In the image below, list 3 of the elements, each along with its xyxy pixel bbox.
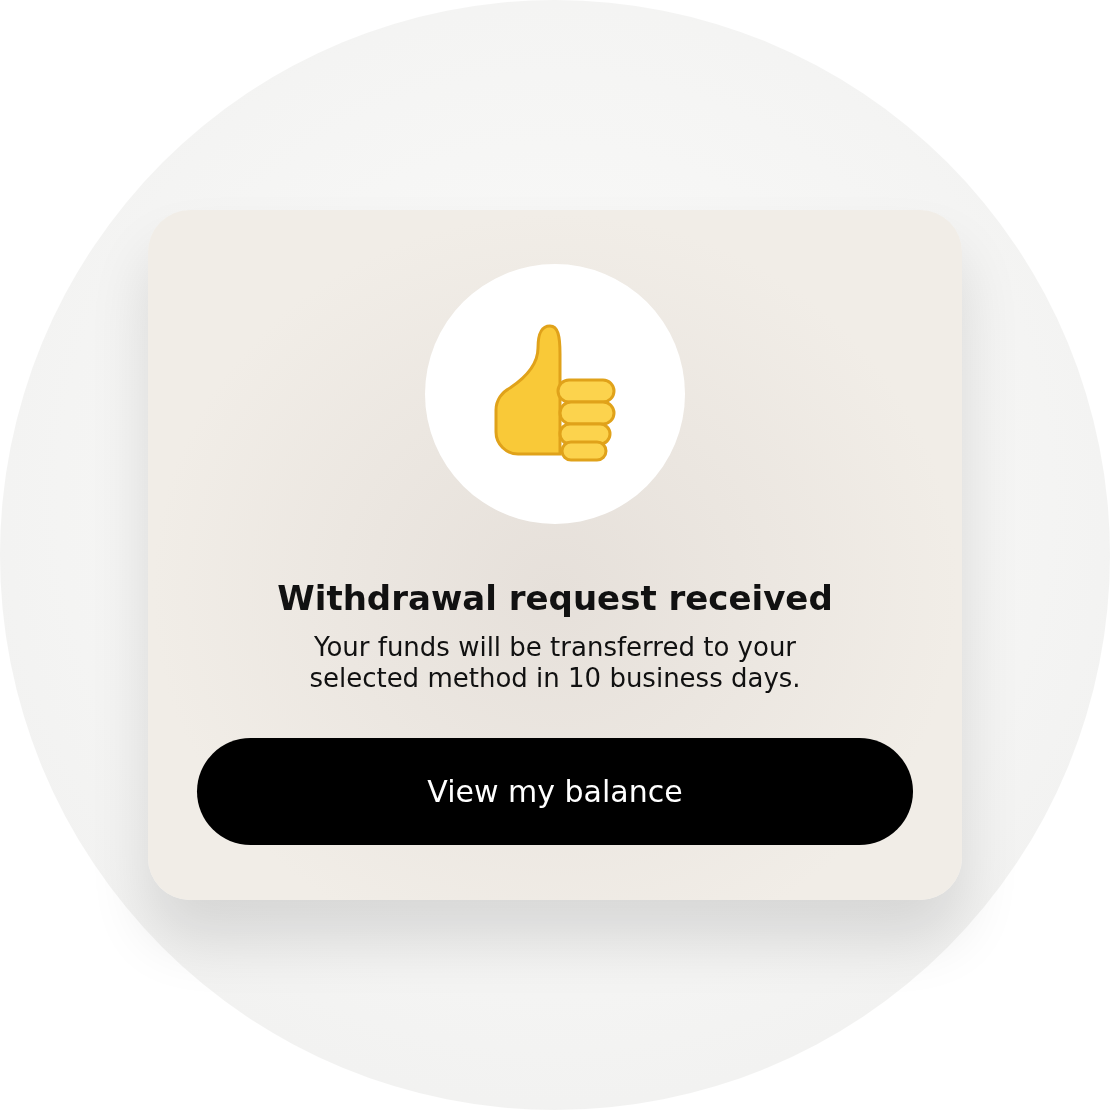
view-balance-button[interactable]: View my balance — [197, 738, 913, 845]
confirmation-title: Withdrawal request received — [277, 577, 833, 620]
confirmation-message: Your funds will be transferred to your selected method in 10 business days. — [308, 632, 802, 694]
